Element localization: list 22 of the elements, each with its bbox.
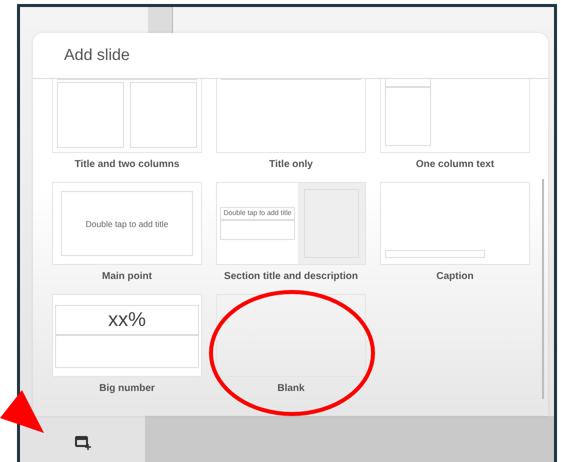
layout-thumbnail[interactable] [52,79,202,153]
thumbnail-title: Double tap to add title [61,191,193,256]
layout-thumbnail[interactable]: xx% [52,294,202,377]
layout-label: Blank [277,383,305,394]
layout-label: Caption [436,271,474,282]
add-slide-icon[interactable] [74,436,90,450]
layout-label: Title and two columns [74,159,180,170]
layout-thumbnail[interactable] [216,79,366,153]
layout-thumbnail[interactable]: Double tap to add title [52,182,202,265]
side-panel [148,7,173,33]
layout-label: Title only [269,159,313,170]
layout-label: One column text [416,159,494,170]
annotation-arrow [0,390,44,433]
layout-label: Section title and description [224,271,358,282]
layout-thumbnail[interactable] [380,79,530,153]
layout-thumbnail[interactable] [380,182,530,265]
layout-label: Big number [99,383,155,394]
scrollbar[interactable] [542,179,544,399]
layout-thumbnail[interactable] [216,294,366,377]
layout-label: Main point [102,271,152,282]
thumbnail-number: xx% [55,305,199,335]
dialog-title: Add slide [64,46,130,64]
